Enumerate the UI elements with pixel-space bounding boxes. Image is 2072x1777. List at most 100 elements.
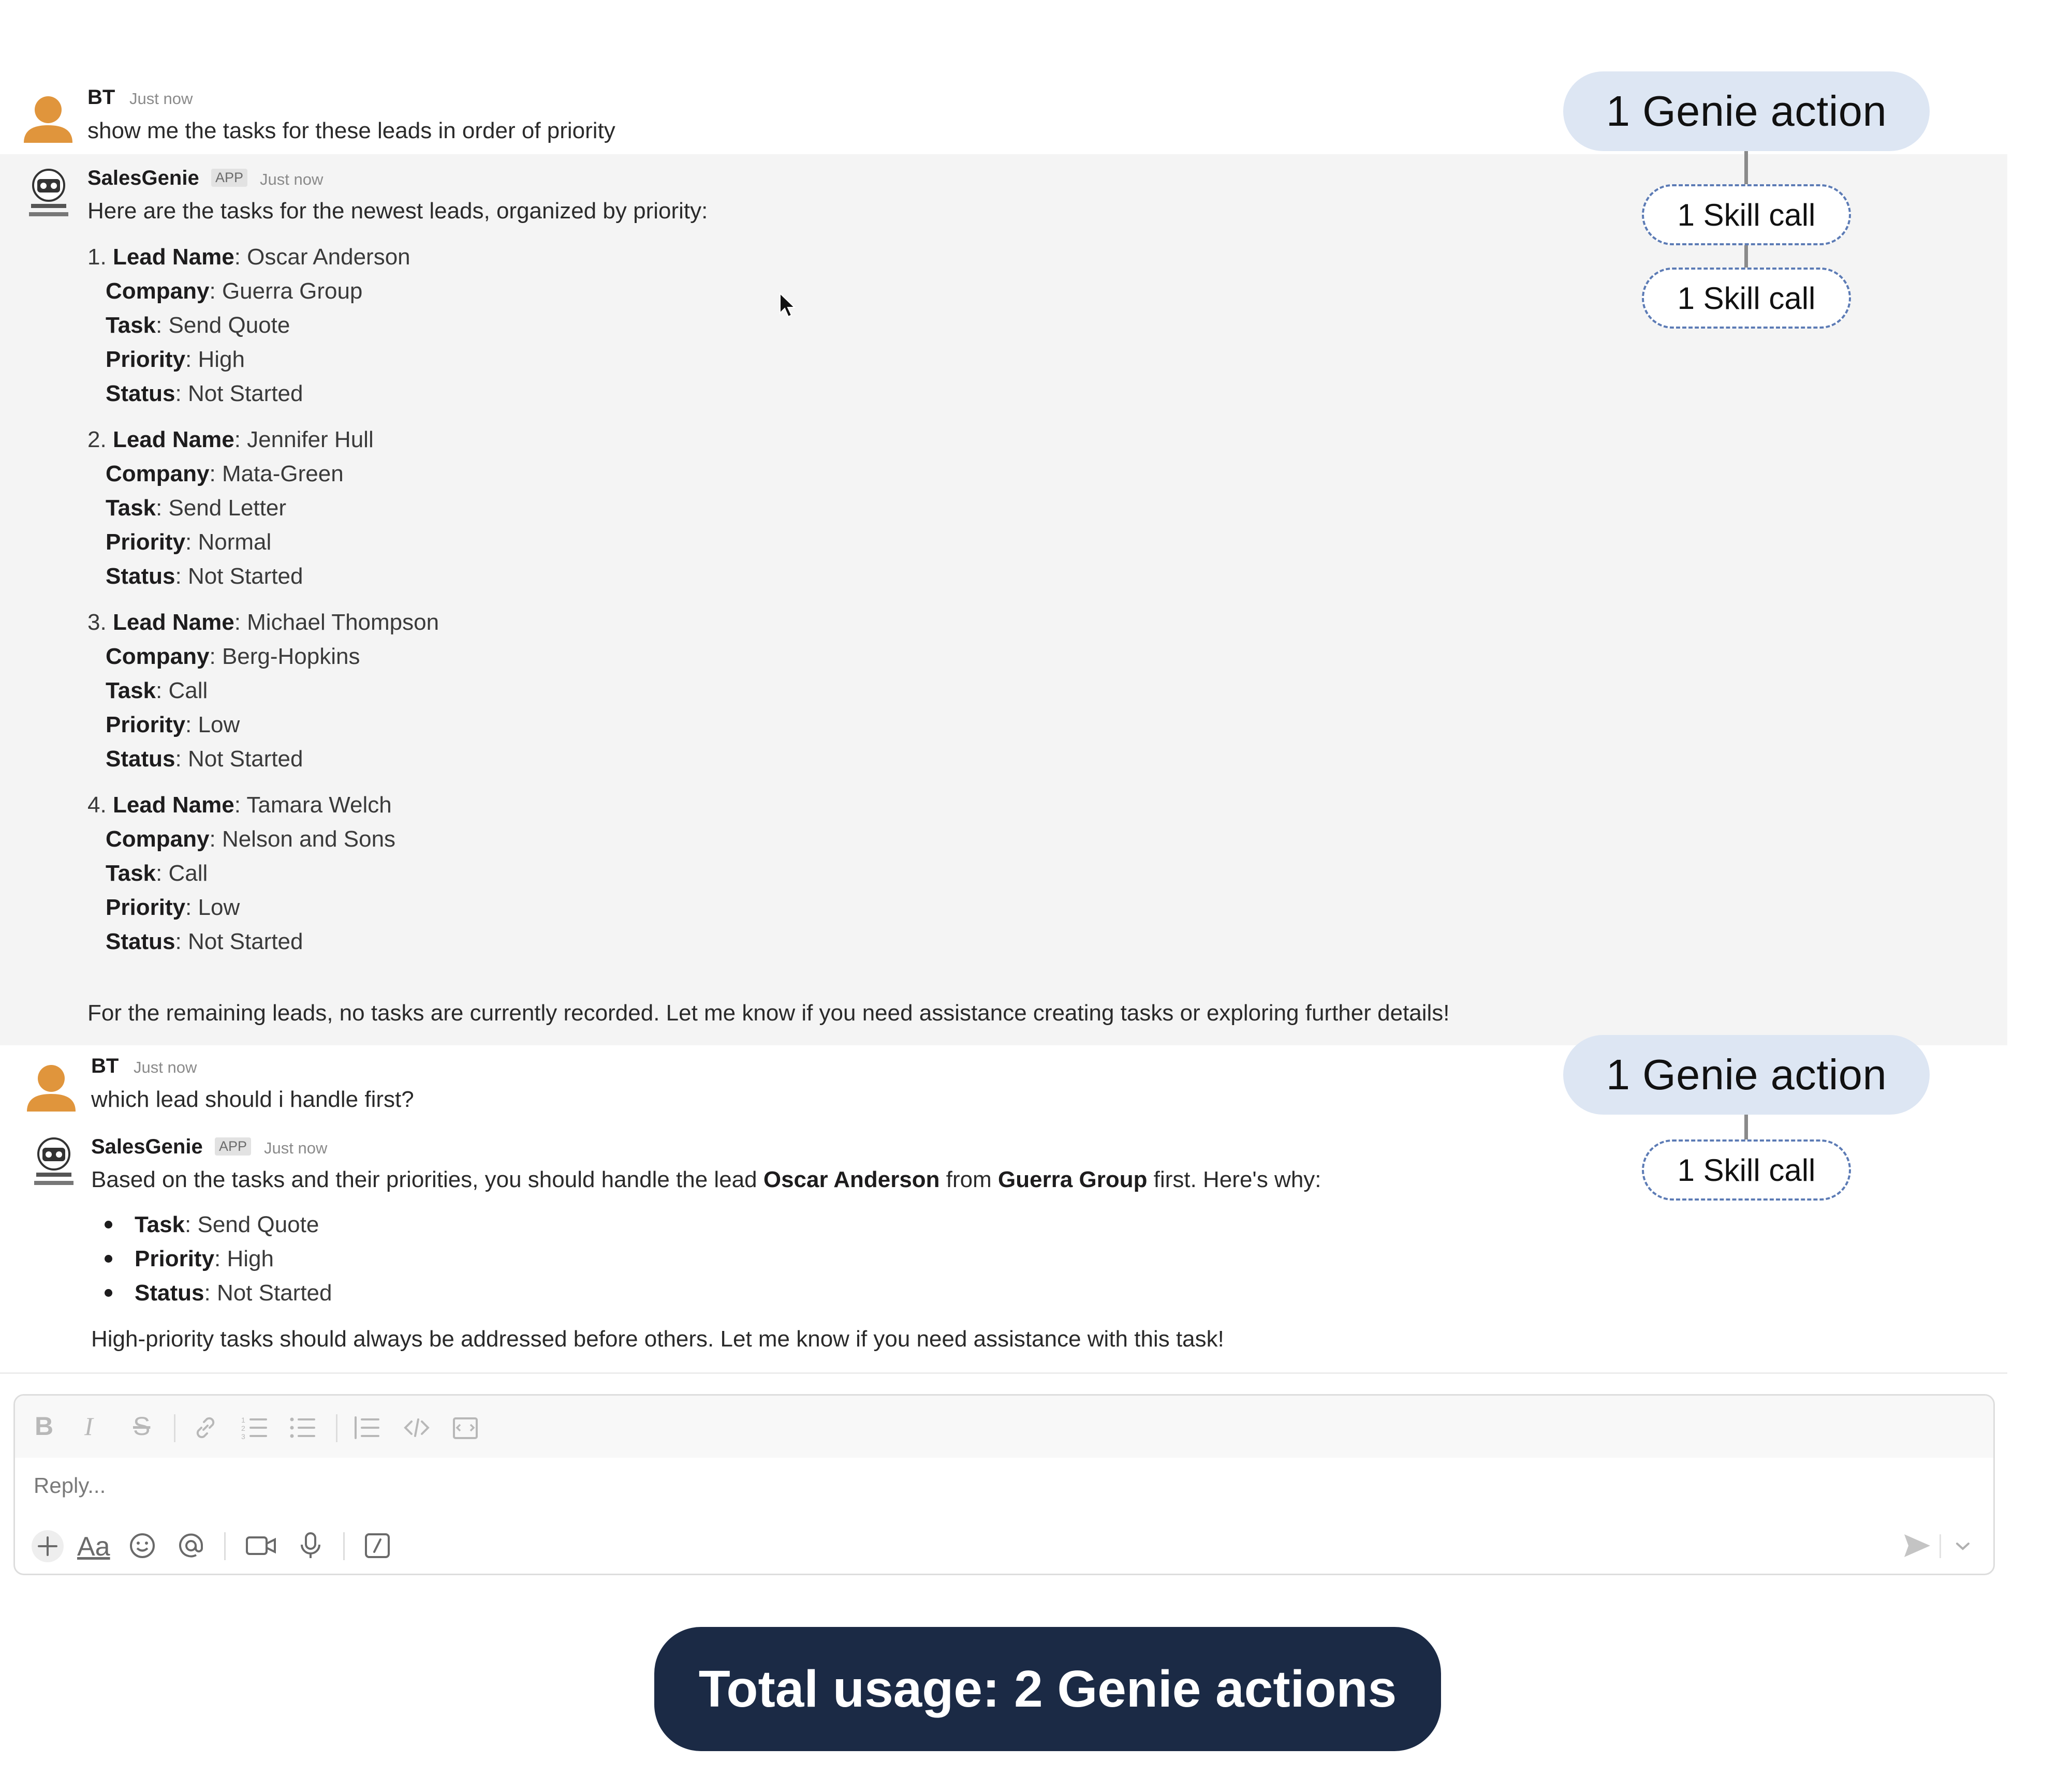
- bot-avatar-icon[interactable]: [22, 165, 76, 221]
- text-part: from: [939, 1167, 998, 1192]
- chevron-down-icon[interactable]: [1954, 1539, 1972, 1553]
- field-value: Normal: [198, 529, 272, 555]
- item-number: 3.: [87, 610, 107, 635]
- field-key: Lead Name: [112, 244, 234, 270]
- field-key: Priority: [135, 1246, 215, 1271]
- ordered-list-icon[interactable]: 1 2 3: [240, 1413, 269, 1442]
- svg-text:3: 3: [241, 1432, 245, 1441]
- user-avatar-icon[interactable]: [20, 88, 77, 145]
- field-value: Oscar Anderson: [247, 244, 410, 270]
- message-text: show me the tasks for these leads in ord…: [87, 118, 615, 143]
- reply-input[interactable]: Reply...: [34, 1473, 106, 1498]
- field-value: High: [198, 347, 245, 372]
- author-name[interactable]: BT: [87, 86, 115, 109]
- field-value: Send Quote: [197, 1212, 319, 1237]
- video-icon[interactable]: [245, 1531, 277, 1560]
- strikethrough-button[interactable]: S: [133, 1411, 150, 1441]
- field-value: Not Started: [187, 381, 303, 406]
- blockquote-icon[interactable]: [352, 1413, 381, 1442]
- skill-call-pill: 1 Skill call: [1642, 1139, 1851, 1201]
- formatting-toolbar: B I S 1 2 3: [15, 1396, 1993, 1458]
- bullet-icon: [105, 1221, 112, 1228]
- mention-icon[interactable]: [177, 1531, 205, 1560]
- author-name[interactable]: BT: [91, 1055, 119, 1078]
- field-key: Task: [106, 313, 156, 338]
- field-value: Call: [168, 861, 208, 886]
- skill-call-pill: 1 Skill call: [1642, 268, 1851, 329]
- cursor-icon: [780, 292, 796, 318]
- field-key: Status: [106, 381, 175, 406]
- field-value: Low: [198, 895, 240, 920]
- microphone-icon[interactable]: [298, 1531, 324, 1560]
- send-icon[interactable]: [1902, 1532, 1932, 1559]
- timestamp[interactable]: Just now: [264, 1139, 327, 1158]
- field-value: Jennifer Hull: [247, 427, 374, 452]
- field-key: Priority: [106, 347, 186, 372]
- item-number: 2.: [87, 427, 107, 452]
- code-icon[interactable]: [402, 1413, 431, 1442]
- genie-action-pill: 1 Genie action: [1563, 1035, 1930, 1115]
- timestamp[interactable]: Just now: [260, 170, 323, 189]
- field-key: Company: [106, 278, 210, 304]
- timestamp[interactable]: Just now: [134, 1058, 197, 1077]
- field-key: Status: [106, 564, 175, 589]
- plus-icon[interactable]: [31, 1529, 65, 1563]
- field-value: Berg-Hopkins: [222, 644, 360, 669]
- author-name[interactable]: SalesGenie: [91, 1135, 203, 1159]
- toolbar-separator: [224, 1532, 226, 1560]
- bullet-icon: [105, 1289, 112, 1297]
- text-part: Based on the tasks and their priorities,…: [91, 1167, 763, 1192]
- text-part: first. Here's why:: [1147, 1167, 1321, 1192]
- link-icon[interactable]: [191, 1413, 220, 1442]
- field-key: Lead Name: [112, 792, 234, 818]
- field-value: Guerra Group: [222, 278, 363, 304]
- field-value: Not Started: [187, 746, 303, 772]
- field-key: Status: [106, 929, 175, 954]
- field-value: Tamara Welch: [246, 792, 392, 818]
- message-footer: For the remaining leads, no tasks are cu…: [87, 1000, 1450, 1026]
- bot-avatar-icon[interactable]: [27, 1133, 81, 1190]
- message-text: which lead should i handle first?: [91, 1087, 414, 1112]
- italic-button[interactable]: I: [84, 1411, 93, 1441]
- divider: [0, 1372, 2007, 1374]
- field-value: Send Letter: [168, 495, 286, 521]
- lead-name: Oscar Anderson: [763, 1167, 940, 1192]
- message-intro: Here are the tasks for the newest leads,…: [87, 198, 708, 224]
- message-text: Based on the tasks and their priorities,…: [91, 1167, 1321, 1193]
- field-value: High: [227, 1246, 274, 1271]
- field-key: Lead Name: [112, 610, 234, 635]
- field-value: Michael Thompson: [247, 610, 439, 635]
- svg-text:1: 1: [241, 1416, 245, 1424]
- timestamp[interactable]: Just now: [129, 90, 193, 108]
- user-avatar-icon[interactable]: [23, 1057, 80, 1114]
- toolbar-separator: [343, 1532, 345, 1560]
- connector-line: [1744, 1114, 1748, 1143]
- field-key: Company: [106, 826, 210, 852]
- total-usage-badge: Total usage: 2 Genie actions: [654, 1627, 1441, 1751]
- field-key: Status: [106, 746, 175, 772]
- item-number: 4.: [87, 792, 107, 818]
- shortcuts-icon[interactable]: [363, 1531, 392, 1560]
- bullet-icon: [105, 1255, 112, 1263]
- field-key: Task: [106, 861, 156, 886]
- field-value: Low: [198, 712, 240, 737]
- field-value: Not Started: [216, 1280, 332, 1306]
- field-key: Company: [106, 461, 210, 486]
- field-value: Nelson and Sons: [222, 826, 396, 852]
- code-block-icon[interactable]: [451, 1413, 480, 1442]
- field-key: Status: [135, 1280, 204, 1306]
- field-value: Not Started: [187, 564, 303, 589]
- field-value: Send Quote: [168, 313, 290, 338]
- svg-text:2: 2: [241, 1424, 245, 1432]
- emoji-icon[interactable]: [128, 1531, 157, 1560]
- field-value: Not Started: [187, 929, 303, 954]
- field-value: Mata-Green: [222, 461, 344, 486]
- bulleted-list-icon[interactable]: [288, 1413, 317, 1442]
- field-key: Task: [106, 495, 156, 521]
- toolbar-separator: [174, 1414, 175, 1442]
- author-name[interactable]: SalesGenie: [87, 167, 199, 190]
- toolbar-separator: [336, 1414, 337, 1442]
- field-key: Priority: [106, 529, 186, 555]
- bold-button[interactable]: B: [35, 1411, 53, 1441]
- formatting-toggle-button[interactable]: Aa: [77, 1531, 110, 1562]
